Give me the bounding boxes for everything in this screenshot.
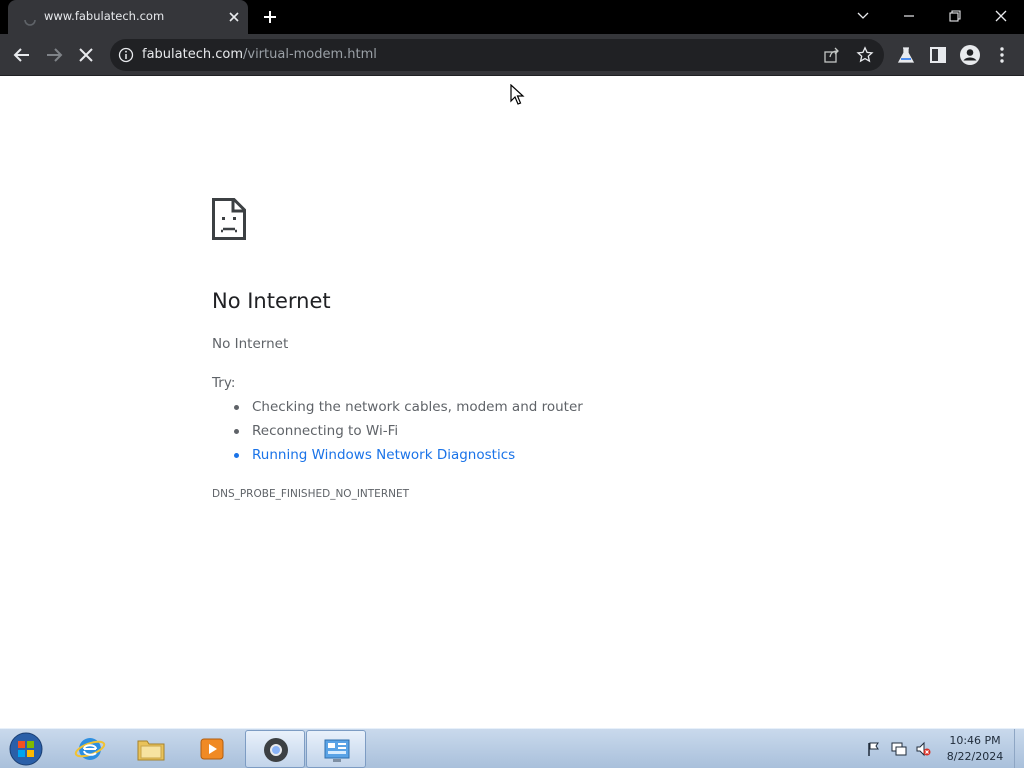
control-panel-icon — [324, 739, 350, 762]
taskbar — [0, 728, 1024, 768]
mouse-cursor-icon — [510, 83, 526, 106]
suggestion-check-cables: Checking the network cables, modem and r… — [252, 399, 583, 415]
labs-flask-icon[interactable] — [894, 43, 918, 67]
error-heading: No Internet — [212, 289, 331, 313]
volume-muted-icon[interactable] — [915, 741, 931, 757]
bookmark-star-icon[interactable] — [856, 46, 874, 64]
taskbar-media-player[interactable] — [182, 730, 242, 768]
error-subheading: No Internet — [212, 336, 289, 352]
show-desktop-button[interactable] — [1014, 729, 1024, 768]
try-label: Try: — [212, 375, 236, 391]
bullet-point — [234, 429, 239, 434]
bullet-point — [234, 405, 239, 410]
taskbar-chrome[interactable] — [245, 730, 305, 768]
back-arrow-icon[interactable] — [10, 43, 34, 67]
taskbar-file-explorer[interactable] — [121, 730, 181, 768]
url-host: fabulatech.com — [142, 47, 243, 62]
error-code: DNS_PROBE_FINISHED_NO_INTERNET — [212, 488, 410, 500]
start-button-icon[interactable] — [6, 731, 46, 767]
bullet-point — [234, 453, 239, 458]
taskbar-control-panel[interactable] — [306, 730, 366, 768]
media-player-icon — [200, 738, 224, 760]
tab-search-chevron-icon[interactable] — [850, 4, 876, 28]
profile-avatar-icon[interactable] — [958, 43, 982, 67]
clock-time[interactable]: 10:46 PM — [940, 734, 1010, 747]
tab-title: www.fabulatech.com — [44, 9, 165, 23]
close-window-icon[interactable] — [988, 4, 1014, 28]
browser-toolbar: fabulatech.com/virtual-modem.html — [0, 34, 1024, 76]
loading-spinner-icon — [22, 10, 38, 26]
browser-tab[interactable]: www.fabulatech.com — [8, 0, 248, 34]
tab-close-icon[interactable] — [226, 9, 242, 25]
url-path: /virtual-modem.html — [243, 47, 377, 62]
folder-icon — [137, 740, 165, 761]
stop-loading-icon[interactable] — [74, 43, 98, 67]
network-icon[interactable] — [891, 741, 907, 757]
browser-title-bar: www.fabulatech.com — [0, 0, 1024, 34]
sad-page-icon — [212, 198, 246, 240]
share-icon[interactable] — [823, 46, 841, 64]
side-panel-icon[interactable] — [926, 43, 950, 67]
clock-date[interactable]: 8/22/2024 — [940, 750, 1010, 763]
url-text: fabulatech.com/virtual-modem.html — [142, 47, 377, 62]
chrome-icon — [264, 738, 288, 762]
action-center-flag-icon[interactable] — [866, 741, 882, 757]
taskbar-internet-explorer[interactable] — [60, 730, 120, 768]
address-bar[interactable]: fabulatech.com/virtual-modem.html — [110, 39, 884, 71]
minimize-icon[interactable] — [896, 4, 922, 28]
internet-explorer-icon — [74, 738, 106, 760]
forward-arrow-icon[interactable] — [42, 43, 66, 67]
suggestion-reconnect-wifi: Reconnecting to Wi-Fi — [252, 423, 399, 439]
restore-icon[interactable] — [942, 4, 968, 28]
site-info-icon[interactable] — [118, 47, 134, 63]
menu-kebab-icon[interactable] — [990, 43, 1014, 67]
network-diagnostics-link[interactable]: Running Windows Network Diagnostics — [252, 447, 515, 463]
new-tab-icon[interactable] — [260, 7, 280, 27]
